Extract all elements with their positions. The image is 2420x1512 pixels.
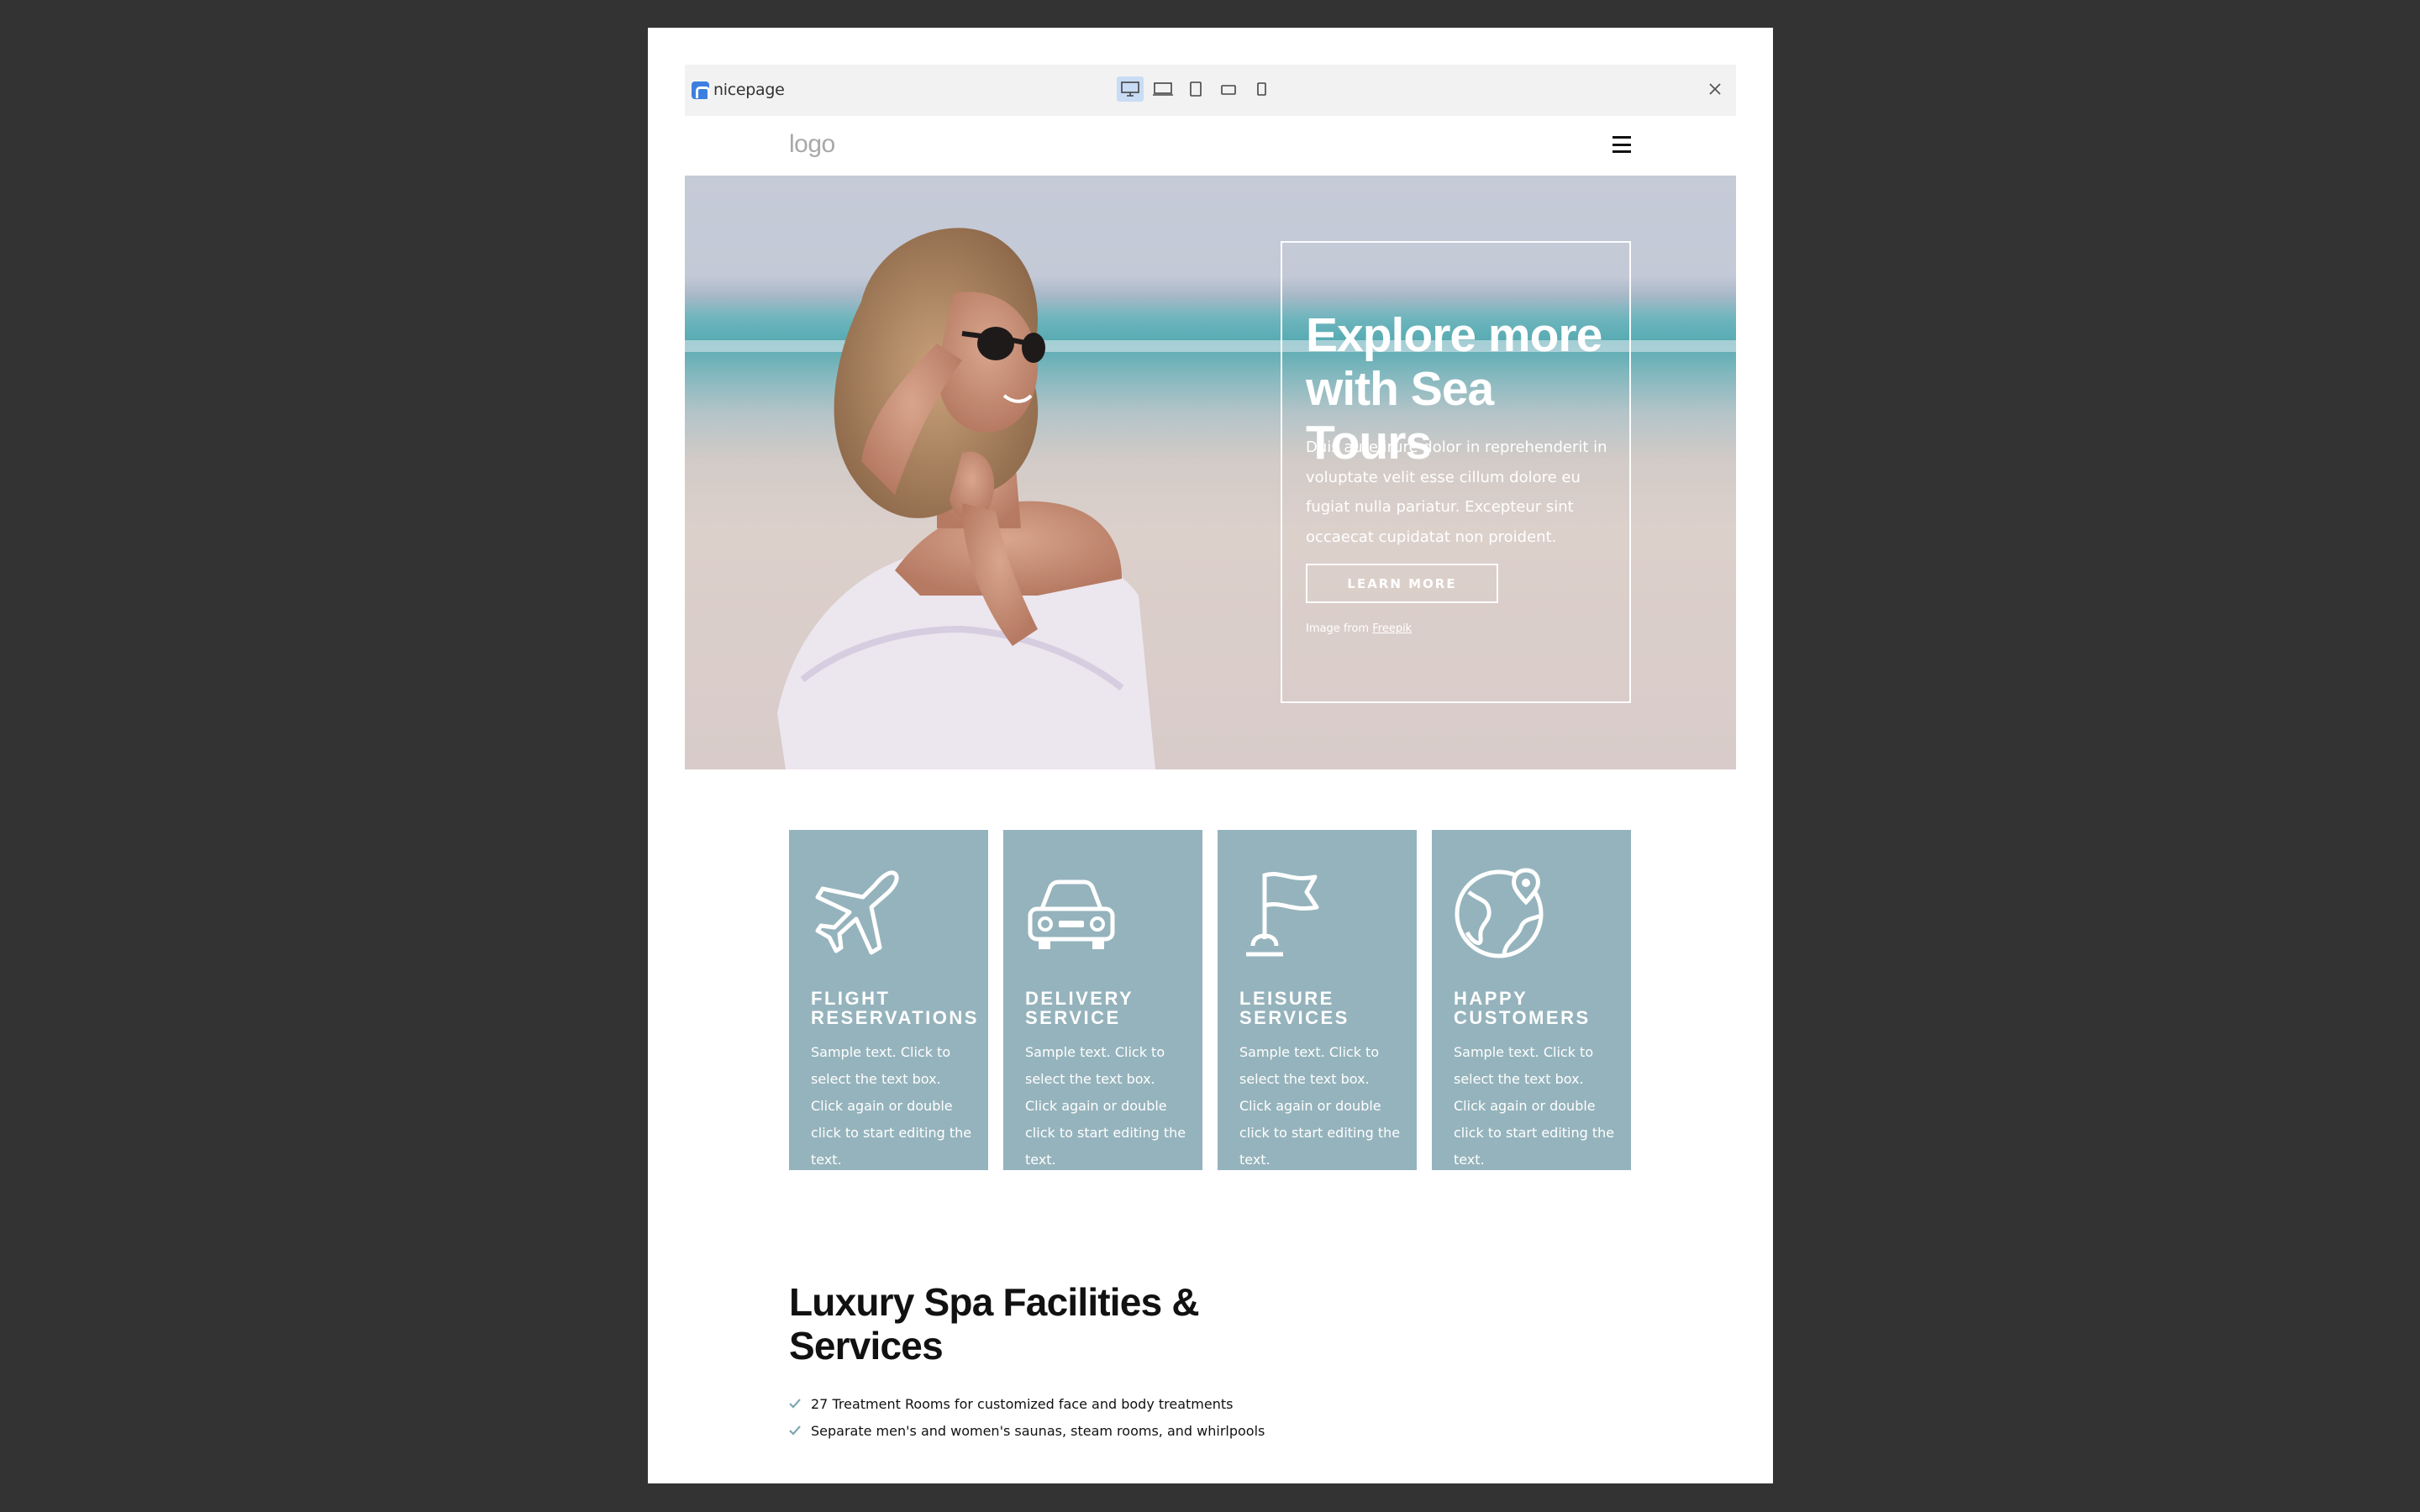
freepik-link[interactable]: Freepik [1372,622,1412,635]
close-preview-button[interactable] [1704,76,1726,102]
list-item-text: 27 Treatment Rooms for customized face a… [811,1395,1234,1412]
phone-landscape-icon [1221,85,1236,95]
car-icon [1028,879,1115,949]
card-flight-reservations: FLIGHT RESERVATIONS Sample text. Click t… [789,830,988,1170]
phone-icon [1257,82,1266,96]
spa-features-list: 27 Treatment Rooms for customized face a… [789,1390,1265,1444]
preview-toolbar: nicepage [685,65,1736,116]
card-title: DELIVERY SERVICE [1025,988,1134,1028]
brand: nicepage [692,81,785,99]
site-logo[interactable]: logo [789,130,835,159]
checkmark-icon [789,1399,802,1409]
services-cards: FLIGHT RESERVATIONS Sample text. Click t… [789,830,1631,1170]
hero-description: Duis aute irure dolor in reprehenderit i… [1306,438,1607,546]
desktop-view-button[interactable] [1117,76,1144,102]
checkmark-icon [789,1425,802,1436]
list-item: 27 Treatment Rooms for customized face a… [789,1390,1265,1417]
card-happy-customers: HAPPY CUSTOMERS Sample text. Click to se… [1432,830,1631,1170]
phone-landscape-view-button[interactable] [1215,76,1242,102]
image-credit: Image from Freepik [1306,622,1412,635]
card-delivery-service: DELIVERY SERVICE Sample text. Click to s… [1003,830,1202,1170]
card-leisure-services: LEISURE SERVICES Sample text. Click to s… [1218,830,1417,1170]
credit-prefix: Image from [1306,622,1373,635]
hero-text-box: Explore more with Sea Tours Duis aute ir… [1281,241,1631,703]
tablet-icon [1190,81,1202,97]
airplane-icon [815,870,899,955]
site-preview: logo Explore more with Sea Tours Duis au… [685,116,1736,1483]
globe-pin-icon [1455,868,1544,958]
phone-view-button[interactable] [1248,76,1275,102]
tablet-view-button[interactable] [1182,76,1209,102]
list-item: Separate men's and women's saunas, steam… [789,1417,1265,1444]
brand-name: nicepage [713,81,785,99]
card-text: Sample text. Click to select the text bo… [1025,1044,1186,1168]
desktop-icon [1121,81,1139,97]
spa-section-title: Luxury Spa Facilities & Services [789,1280,1200,1368]
flag-icon [1246,872,1319,957]
device-switcher [1117,76,1275,102]
close-icon [1709,83,1721,95]
card-title: HAPPY CUSTOMERS [1454,988,1591,1028]
laptop-icon [1153,82,1173,96]
hero-section: Explore more with Sea Tours Duis aute ir… [685,176,1736,769]
card-title: LEISURE SERVICES [1239,988,1349,1028]
laptop-view-button[interactable] [1150,76,1176,102]
nicepage-logo-icon [692,81,710,99]
card-text: Sample text. Click to select the text bo… [1239,1044,1401,1168]
card-text: Sample text. Click to select the text bo… [811,1044,972,1168]
card-text: Sample text. Click to select the text bo… [1454,1044,1615,1168]
card-title: FLIGHT RESERVATIONS [811,988,979,1028]
hamburger-menu-icon[interactable] [1612,136,1631,153]
list-item-text: Separate men's and women's saunas, steam… [811,1422,1265,1439]
learn-more-button[interactable]: LEARN MORE [1306,564,1498,603]
